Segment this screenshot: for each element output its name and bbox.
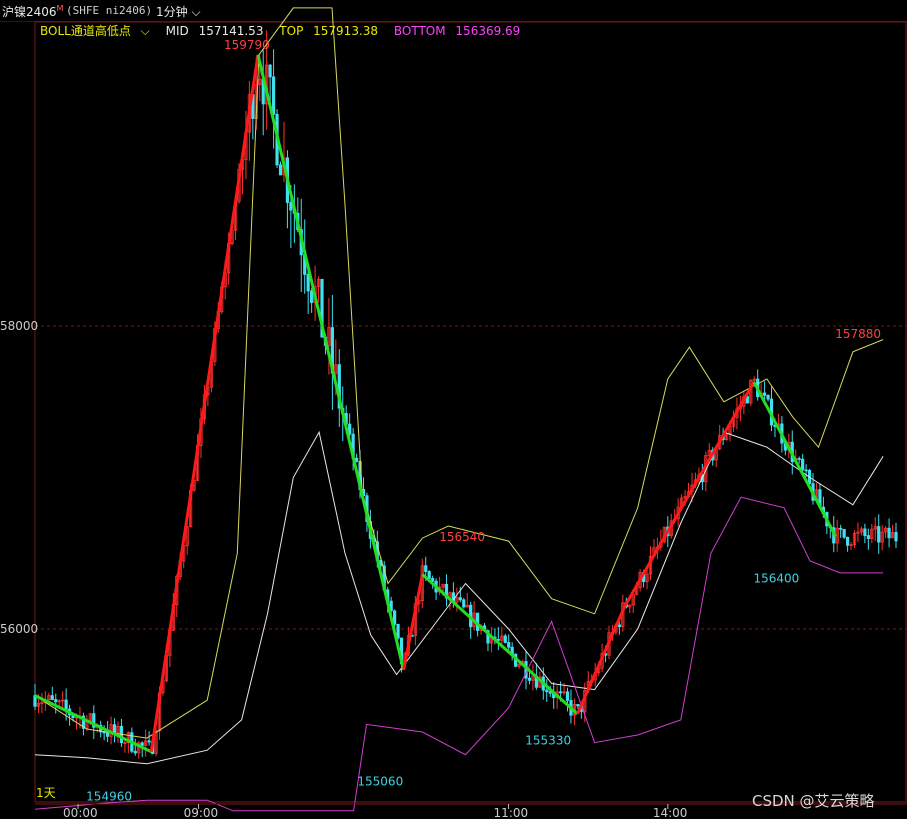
candle-body bbox=[797, 458, 801, 460]
candle-body bbox=[527, 677, 532, 681]
candle-body bbox=[310, 290, 314, 303]
low-price-label: 155330 bbox=[525, 734, 571, 748]
candle-body bbox=[503, 635, 507, 643]
candle-body bbox=[863, 528, 867, 536]
candle-body bbox=[54, 699, 58, 703]
candle-body bbox=[617, 624, 621, 628]
candle-body bbox=[894, 532, 898, 542]
high-price-label: 156540 bbox=[439, 530, 485, 544]
low-price-label: 154960 bbox=[86, 790, 132, 804]
candle-body bbox=[565, 691, 570, 701]
candle-body bbox=[839, 527, 843, 530]
zigzag-lines bbox=[34, 54, 838, 754]
boll-bands bbox=[34, 7, 884, 812]
watermark: CSDN @艾云策略 bbox=[752, 792, 875, 810]
candle-body bbox=[147, 740, 151, 743]
y-tick-label: 56000 bbox=[0, 622, 38, 636]
zigzag-segment bbox=[623, 381, 756, 608]
candle-body bbox=[396, 623, 400, 639]
low-price-label: 155060 bbox=[357, 774, 403, 788]
x-tick-label: 09:00 bbox=[184, 806, 219, 819]
candle-body bbox=[887, 527, 891, 539]
candle-body bbox=[763, 392, 767, 396]
candle-body bbox=[431, 578, 435, 582]
chart-grid bbox=[34, 21, 907, 803]
candle-body bbox=[558, 691, 563, 694]
zigzag-segment bbox=[752, 381, 838, 538]
zigzag-segment bbox=[576, 605, 627, 715]
candle-body bbox=[845, 536, 850, 546]
range-label: 1天 bbox=[36, 786, 56, 800]
high-price-label: 159790 bbox=[224, 38, 270, 52]
candle-body bbox=[133, 750, 137, 754]
price-chart[interactable]: 159790 154960 155060 156540 155330 156400 1578… bbox=[0, 0, 907, 819]
candle-body bbox=[268, 64, 272, 78]
candle-body bbox=[877, 526, 881, 543]
y-tick-label: 58000 bbox=[0, 319, 38, 333]
candle-body bbox=[507, 642, 511, 648]
candle-body bbox=[804, 469, 808, 472]
candle-body bbox=[866, 535, 870, 539]
low-price-label: 156400 bbox=[753, 571, 799, 585]
zigzag-segment bbox=[34, 694, 152, 754]
candlesticks bbox=[33, 30, 898, 759]
zigzag-segment bbox=[421, 573, 579, 715]
candle-body bbox=[271, 76, 276, 115]
candle-body bbox=[278, 164, 283, 176]
candle-body bbox=[424, 565, 428, 572]
candle-body bbox=[50, 695, 54, 700]
zigzag-segment bbox=[402, 574, 424, 671]
candle-body bbox=[458, 597, 462, 601]
plot-frame bbox=[34, 21, 907, 803]
candle-body bbox=[106, 732, 110, 737]
price-labels: 159790 154960 155060 156540 155330 156400 1578… bbox=[86, 38, 881, 804]
candle-body bbox=[842, 528, 846, 538]
candle-body bbox=[545, 689, 549, 692]
candle-body bbox=[64, 699, 68, 710]
boll-bottom-line bbox=[34, 496, 884, 812]
candle-body bbox=[801, 458, 805, 471]
zigzag-segment bbox=[149, 54, 260, 752]
x-tick-label: 11:00 bbox=[494, 806, 529, 819]
candle-body bbox=[354, 457, 359, 462]
x-tick-label: 14:00 bbox=[653, 806, 688, 819]
high-price-label: 157880 bbox=[835, 327, 881, 341]
x-tick-label: 00:00 bbox=[63, 806, 98, 819]
candle-body bbox=[462, 599, 466, 608]
candle-body bbox=[766, 394, 770, 400]
candle-body bbox=[576, 704, 580, 707]
zigzag-segment bbox=[256, 54, 405, 671]
candle-body bbox=[140, 742, 144, 746]
candle-body bbox=[427, 571, 431, 579]
